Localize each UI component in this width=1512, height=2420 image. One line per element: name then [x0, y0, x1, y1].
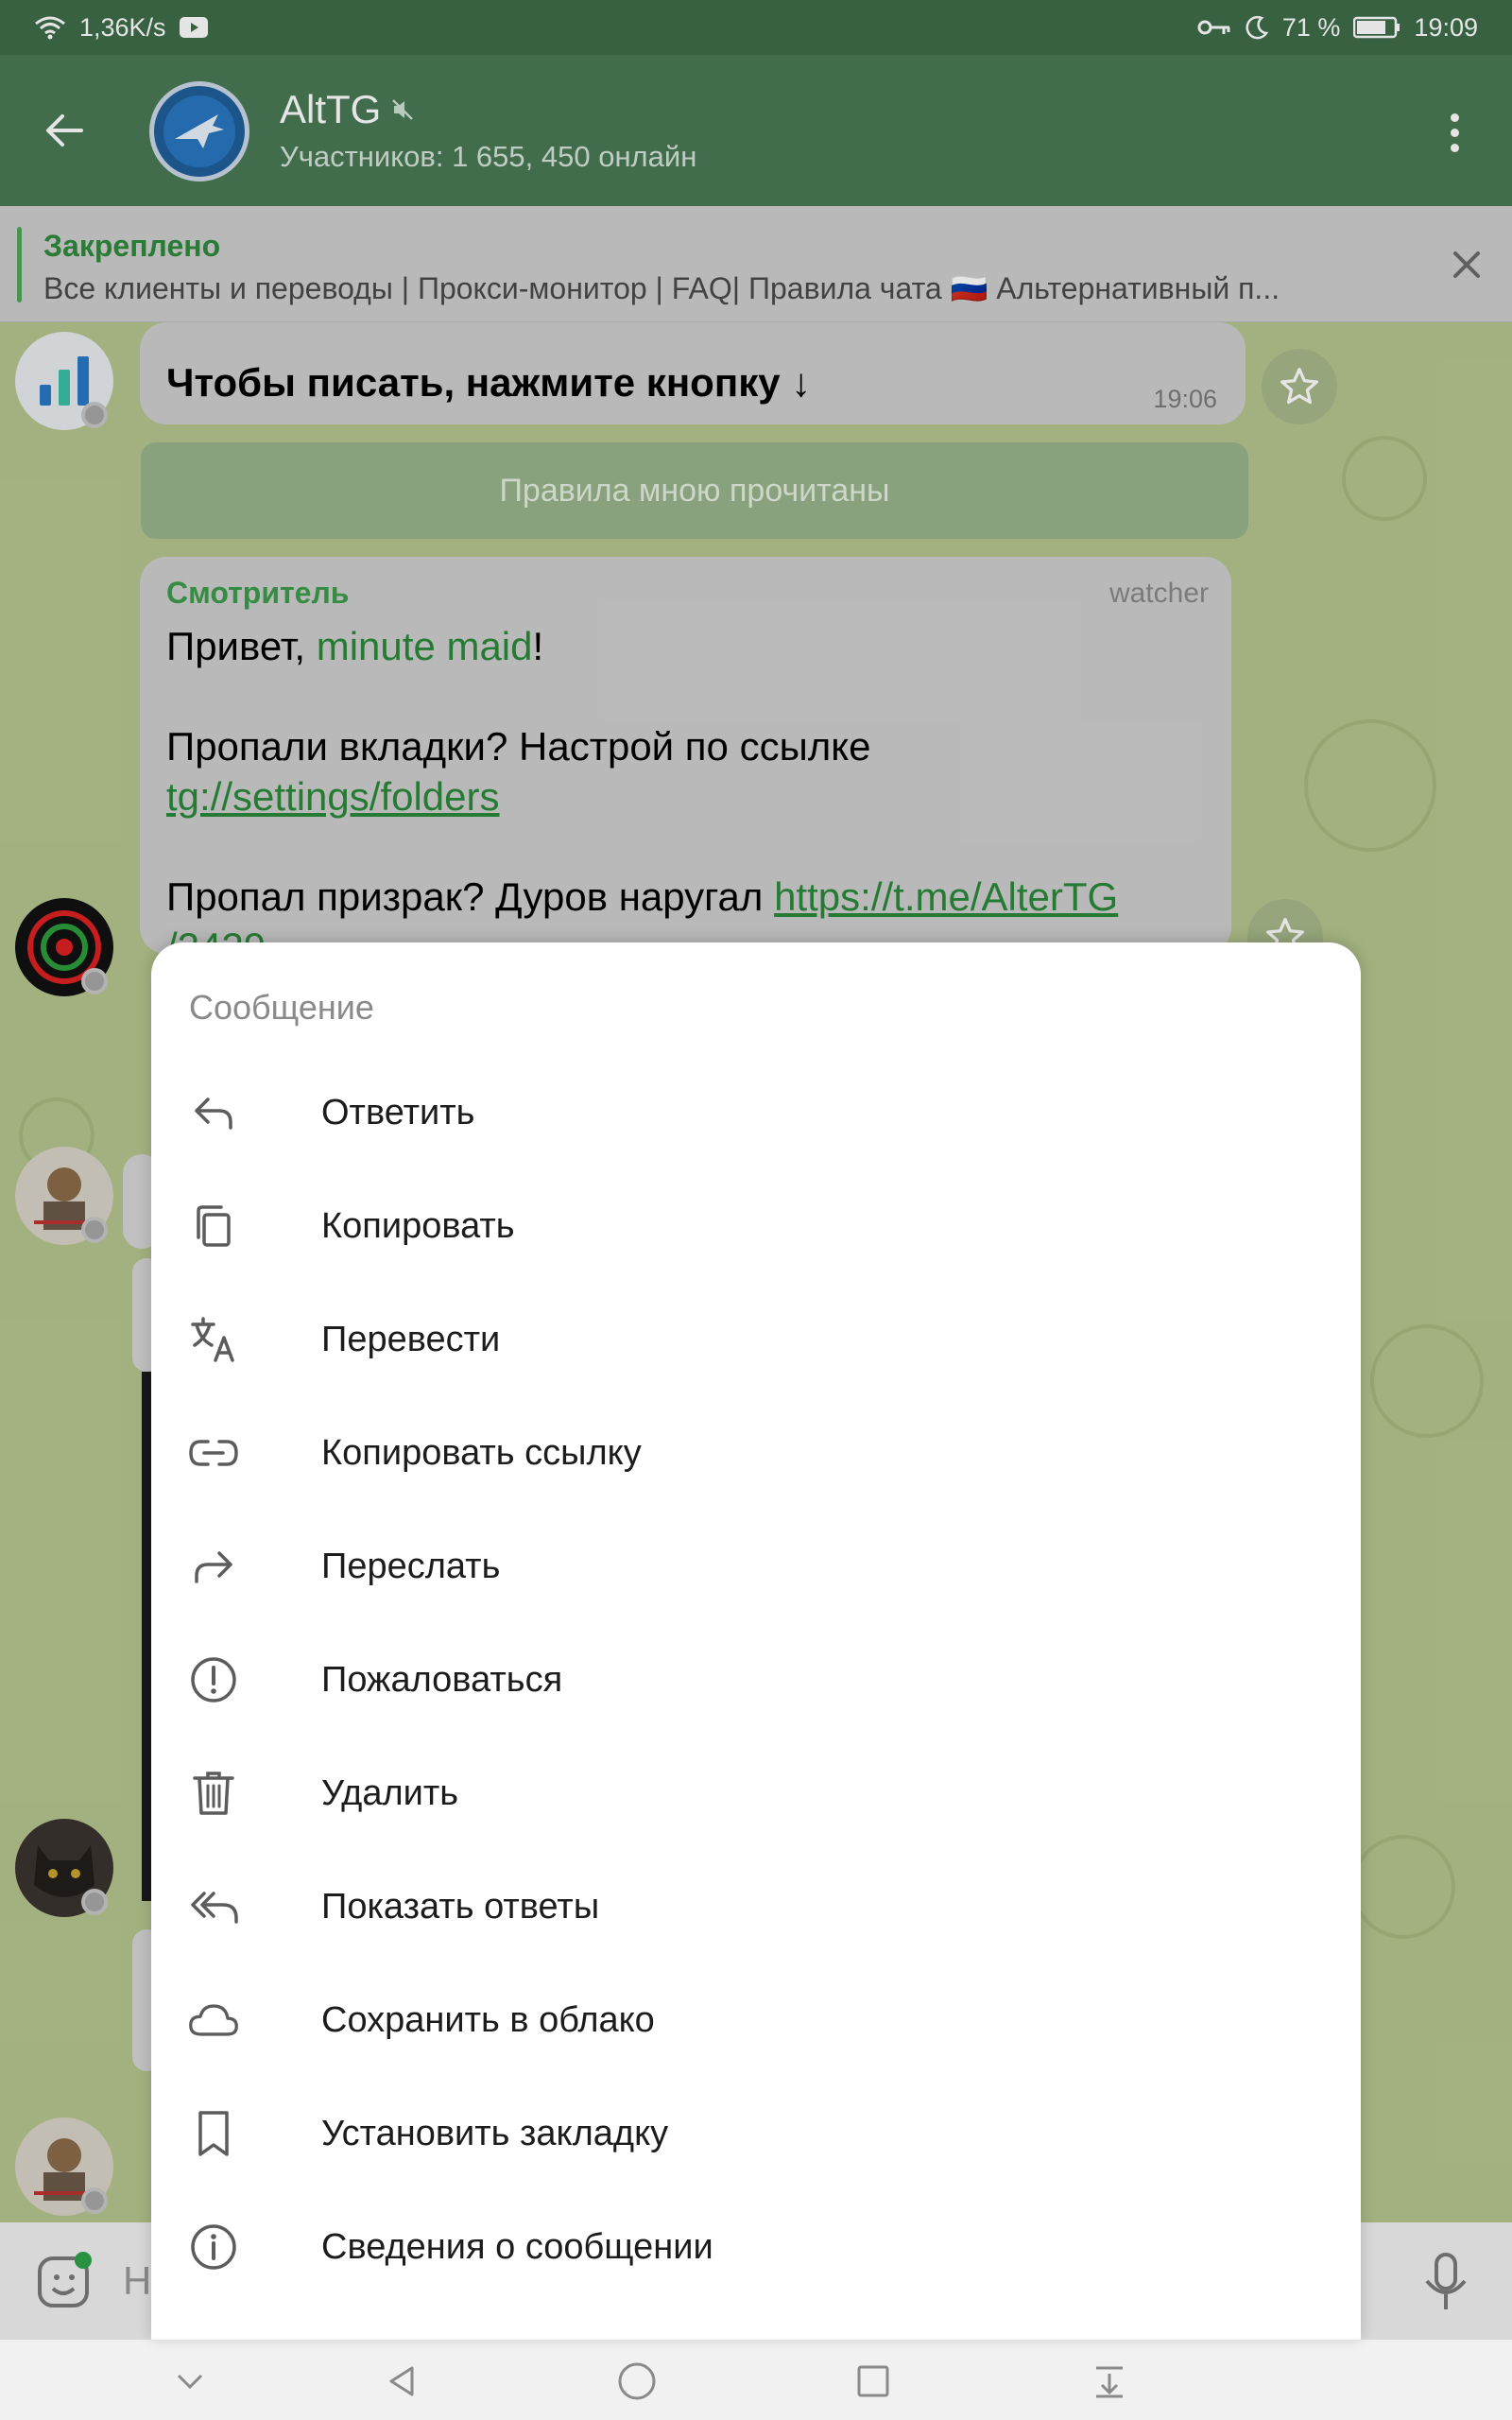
- square-recents-icon: [857, 2365, 889, 2397]
- trash-icon: [187, 1767, 240, 1820]
- nav-notifications-button[interactable]: [1085, 2357, 1134, 2406]
- nav-back-button[interactable]: [378, 2357, 427, 2406]
- triangle-back-icon: [389, 2366, 414, 2396]
- menu-item-set-bookmark[interactable]: Установить закладку: [151, 2077, 1361, 2190]
- menu-item-label: Удалить: [321, 1772, 459, 1813]
- nav-collapse-button[interactable]: [165, 2357, 215, 2406]
- menu-item-translate[interactable]: Перевести: [151, 1283, 1361, 1396]
- bookmark-icon: [187, 2107, 240, 2160]
- cloud-icon: [187, 1994, 240, 2047]
- copy-icon: [187, 1200, 240, 1253]
- menu-item-label: Копировать: [321, 1205, 515, 1246]
- info-icon: [187, 2221, 240, 2273]
- reply-all-icon: [187, 1880, 240, 1933]
- pull-down-icon: [1096, 2366, 1123, 2398]
- menu-item-label: Показать ответы: [321, 1886, 600, 1927]
- reply-icon: [187, 1086, 240, 1139]
- menu-item-message-info[interactable]: Сведения о сообщении: [151, 2190, 1361, 2304]
- message-context-menu: Сообщение Ответить Копировать Перевести …: [151, 942, 1361, 2340]
- system-nav-bar: [0, 2340, 1512, 2420]
- menu-item-forward[interactable]: Переслать: [151, 1510, 1361, 1623]
- context-menu-title: Сообщение: [189, 988, 374, 1027]
- menu-item-save-to-cloud[interactable]: Сохранить в облако: [151, 1963, 1361, 2077]
- report-icon: [187, 1653, 240, 1706]
- menu-item-delete[interactable]: Удалить: [151, 1737, 1361, 1850]
- menu-item-label: Установить закладку: [321, 2113, 669, 2153]
- chevron-down-icon: [177, 2374, 203, 2390]
- menu-item-copy-link[interactable]: Копировать ссылку: [151, 1396, 1361, 1510]
- context-menu-list: Ответить Копировать Перевести Копировать…: [151, 1056, 1361, 2304]
- menu-item-label: Сохранить в облако: [321, 1999, 655, 2040]
- menu-item-report[interactable]: Пожаловаться: [151, 1623, 1361, 1737]
- menu-item-label: Переслать: [321, 1546, 501, 1586]
- menu-item-copy[interactable]: Копировать: [151, 1169, 1361, 1283]
- menu-item-label: Ответить: [321, 1092, 475, 1132]
- menu-item-reply[interactable]: Ответить: [151, 1056, 1361, 1169]
- forward-icon: [187, 1540, 240, 1593]
- menu-item-label: Сведения о сообщении: [321, 2226, 713, 2267]
- circle-home-icon: [618, 2362, 656, 2400]
- translate-icon: [187, 1313, 240, 1366]
- menu-item-label: Пожаловаться: [321, 1659, 563, 1700]
- menu-item-label: Копировать ссылку: [321, 1432, 642, 1473]
- menu-item-show-replies[interactable]: Показать ответы: [151, 1850, 1361, 1963]
- nav-home-button[interactable]: [612, 2357, 662, 2406]
- nav-recents-button[interactable]: [849, 2357, 898, 2406]
- link-icon: [187, 1426, 240, 1479]
- menu-item-label: Перевести: [321, 1319, 501, 1359]
